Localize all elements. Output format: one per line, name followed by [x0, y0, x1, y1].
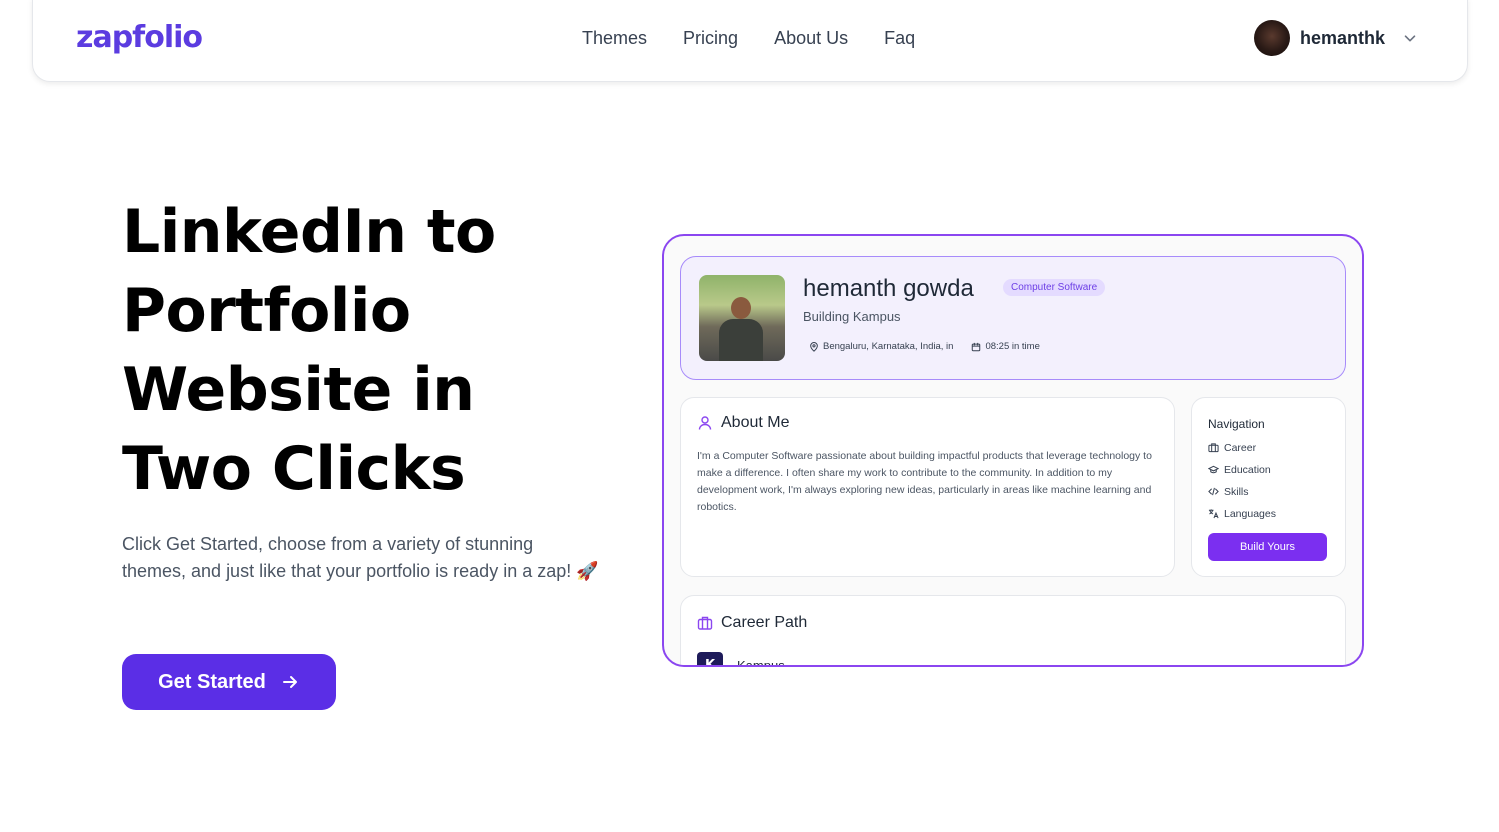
translate-icon	[1208, 509, 1219, 519]
nav-item-career-label: Career	[1224, 441, 1257, 454]
code-icon	[1208, 487, 1219, 496]
arrow-right-icon	[282, 676, 297, 688]
company-logo: K	[697, 652, 723, 665]
top-navbar: zapfolio Themes Pricing About Us Faq hem…	[32, 0, 1468, 82]
career-item: K Kampus	[697, 652, 785, 667]
get-started-label: Get Started	[158, 670, 266, 693]
nav-item-skills[interactable]: Skills	[1208, 484, 1276, 499]
graduation-cap-icon	[1208, 465, 1219, 474]
time-text: 08:25 in time	[985, 341, 1040, 352]
user-name: hemanthk	[1300, 27, 1386, 48]
nav-item-education-label: Education	[1224, 463, 1271, 476]
about-header: About Me	[697, 414, 789, 432]
user-menu[interactable]: hemanthk	[1254, 20, 1419, 56]
location-meta: Bengaluru, Karnataka, India, in	[809, 341, 953, 352]
hero-title: LinkedIn to Portfolio Website in Two Cli…	[122, 197, 496, 504]
profile-name: hemanth gowda	[803, 275, 974, 302]
navigation-card: Navigation Career Education Skills Langu…	[1191, 397, 1346, 577]
zapfolio-logo[interactable]: zapfolio	[76, 20, 203, 55]
calendar-icon	[972, 342, 981, 351]
industry-badge: Computer Software	[1003, 279, 1106, 296]
profile-card: hemanth gowda Computer Software Building…	[680, 256, 1346, 380]
career-title: Career Path	[721, 614, 808, 631]
navigation-title: Navigation	[1208, 417, 1265, 431]
career-card: Career Path K Kampus	[680, 595, 1346, 667]
nav-link-faq[interactable]: Faq	[884, 28, 915, 49]
nav-item-career[interactable]: Career	[1208, 440, 1276, 455]
profile-role: Building Kampus	[803, 309, 901, 324]
career-header: Career Path	[697, 614, 807, 632]
chevron-down-icon	[1404, 35, 1416, 42]
briefcase-icon	[1208, 443, 1219, 453]
get-started-button[interactable]: Get Started	[122, 654, 336, 710]
briefcase-icon	[697, 616, 713, 630]
location-pin-icon	[810, 341, 818, 352]
user-icon	[698, 416, 712, 430]
company-name: Kampus	[737, 657, 785, 667]
nav-item-skills-label: Skills	[1224, 485, 1249, 498]
hero-subtitle: Click Get Started, choose from a variety…	[122, 534, 599, 581]
nav-links: Themes Pricing About Us Faq	[582, 28, 915, 49]
nav-item-languages[interactable]: Languages	[1208, 506, 1276, 521]
build-yours-button[interactable]: Build Yours	[1208, 533, 1327, 561]
user-avatar	[1254, 20, 1290, 56]
profile-meta: Bengaluru, Karnataka, India, in 08:25 in…	[809, 341, 1040, 352]
time-meta: 08:25 in time	[971, 341, 1040, 352]
about-title: About Me	[721, 414, 790, 431]
portfolio-preview: hemanth gowda Computer Software Building…	[662, 234, 1364, 667]
about-text: I'm a Computer Software passionate about…	[697, 450, 1152, 513]
nav-link-pricing[interactable]: Pricing	[683, 28, 738, 49]
nav-link-themes[interactable]: Themes	[582, 28, 647, 49]
navigation-items: Career Education Skills Languages	[1208, 440, 1276, 521]
location-text: Bengaluru, Karnataka, India, in	[823, 341, 954, 352]
nav-link-about-us[interactable]: About Us	[774, 28, 848, 49]
nav-item-languages-label: Languages	[1224, 507, 1276, 520]
nav-item-education[interactable]: Education	[1208, 462, 1276, 477]
about-card: About Me I'm a Computer Software passion…	[680, 397, 1175, 577]
profile-photo	[699, 275, 785, 361]
